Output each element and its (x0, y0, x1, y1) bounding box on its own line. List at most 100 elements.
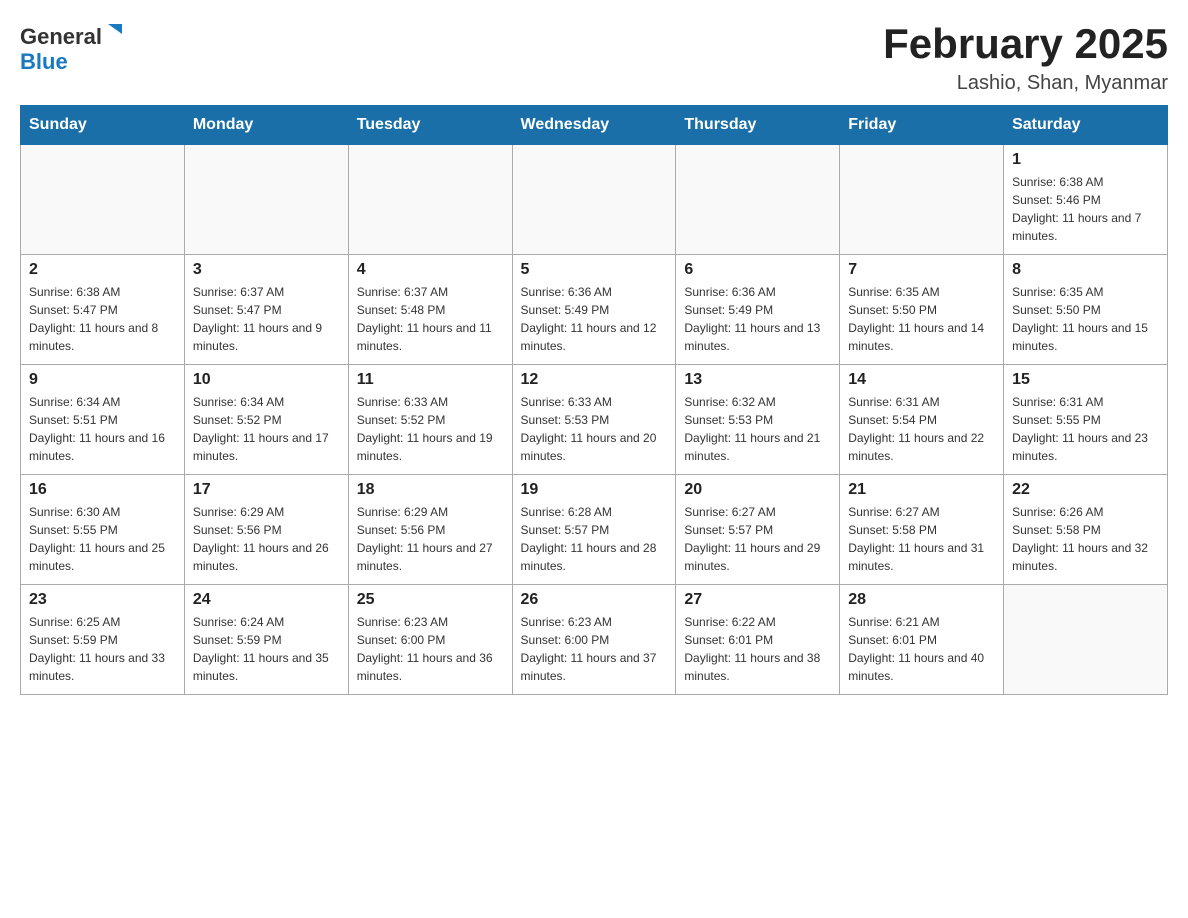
day-info: Sunrise: 6:24 AM Sunset: 5:59 PM Dayligh… (193, 613, 340, 685)
day-number: 1 (1012, 151, 1159, 169)
day-info: Sunrise: 6:21 AM Sunset: 6:01 PM Dayligh… (848, 613, 995, 685)
logo-general-text: General (20, 24, 102, 50)
day-number: 3 (193, 261, 340, 279)
calendar-week-row: 1 Sunrise: 6:38 AM Sunset: 5:46 PM Daylig… (21, 145, 1168, 255)
day-number: 26 (521, 591, 668, 609)
day-number: 10 (193, 371, 340, 389)
calendar-cell: 28Sunrise: 6:21 AM Sunset: 6:01 PM Dayli… (840, 585, 1004, 695)
day-info: Sunrise: 6:36 AM Sunset: 5:49 PM Dayligh… (684, 283, 831, 355)
calendar-cell: 23 Sunrise: 6:25 AM Sunset: 5:59 PM Dayli… (21, 585, 185, 695)
day-number: 14 (848, 371, 995, 389)
day-number: 18 (357, 481, 504, 499)
header-friday: Friday (840, 106, 1004, 145)
calendar-cell: 2 Sunrise: 6:38 AM Sunset: 5:47 PM Daylig… (21, 255, 185, 365)
calendar-week-row: 9 Sunrise: 6:34 AM Sunset: 5:51 PM Daylig… (21, 365, 1168, 475)
day-info: Sunrise: 6:26 AM Sunset: 5:58 PM Dayligh… (1012, 503, 1159, 575)
calendar-cell (184, 145, 348, 255)
calendar-cell: 27 Sunrise: 6:22 AM Sunset: 6:01 PM Dayli… (676, 585, 840, 695)
header-saturday: Saturday (1004, 106, 1168, 145)
calendar-cell (676, 145, 840, 255)
day-number: 25 (357, 591, 504, 609)
calendar-cell: 21Sunrise: 6:27 AM Sunset: 5:58 PM Dayli… (840, 475, 1004, 585)
calendar-cell: 7Sunrise: 6:35 AM Sunset: 5:50 PM Daylig… (840, 255, 1004, 365)
day-number: 8 (1012, 261, 1159, 279)
day-info: Sunrise: 6:31 AM Sunset: 5:54 PM Dayligh… (848, 393, 995, 465)
day-number: 11 (357, 371, 504, 389)
calendar-cell (21, 145, 185, 255)
day-number: 19 (521, 481, 668, 499)
day-info: Sunrise: 6:34 AM Sunset: 5:51 PM Dayligh… (29, 393, 176, 465)
calendar-cell: 13 Sunrise: 6:32 AM Sunset: 5:53 PM Dayli… (676, 365, 840, 475)
day-number: 16 (29, 481, 176, 499)
day-number: 2 (29, 261, 176, 279)
title-block: February 2025 Lashio, Shan, Myanmar (883, 20, 1168, 95)
day-info: Sunrise: 6:28 AM Sunset: 5:57 PM Dayligh… (521, 503, 668, 575)
calendar-cell: 18 Sunrise: 6:29 AM Sunset: 5:56 PM Dayli… (348, 475, 512, 585)
header-sunday: Sunday (21, 106, 185, 145)
day-info: Sunrise: 6:33 AM Sunset: 5:53 PM Dayligh… (521, 393, 668, 465)
day-number: 9 (29, 371, 176, 389)
calendar-cell: 22 Sunrise: 6:26 AM Sunset: 5:58 PM Dayli… (1004, 475, 1168, 585)
calendar-week-row: 2 Sunrise: 6:38 AM Sunset: 5:47 PM Daylig… (21, 255, 1168, 365)
day-info: Sunrise: 6:38 AM Sunset: 5:47 PM Dayligh… (29, 283, 176, 355)
day-number: 6 (684, 261, 831, 279)
page-header: General Blue February 2025 Lashio, Shan,… (20, 20, 1168, 95)
day-info: Sunrise: 6:32 AM Sunset: 5:53 PM Dayligh… (684, 393, 831, 465)
calendar-cell: 14 Sunrise: 6:31 AM Sunset: 5:54 PM Dayli… (840, 365, 1004, 475)
month-title: February 2025 (883, 20, 1168, 68)
calendar-cell (512, 145, 676, 255)
calendar-cell: 1 Sunrise: 6:38 AM Sunset: 5:46 PM Daylig… (1004, 145, 1168, 255)
day-info: Sunrise: 6:23 AM Sunset: 6:00 PM Dayligh… (357, 613, 504, 685)
calendar-cell: 15Sunrise: 6:31 AM Sunset: 5:55 PM Dayli… (1004, 365, 1168, 475)
calendar-cell: 26 Sunrise: 6:23 AM Sunset: 6:00 PM Dayli… (512, 585, 676, 695)
day-info: Sunrise: 6:27 AM Sunset: 5:57 PM Dayligh… (684, 503, 831, 575)
header-monday: Monday (184, 106, 348, 145)
day-info: Sunrise: 6:33 AM Sunset: 5:52 PM Dayligh… (357, 393, 504, 465)
calendar-cell (1004, 585, 1168, 695)
calendar-cell: 17Sunrise: 6:29 AM Sunset: 5:56 PM Dayli… (184, 475, 348, 585)
day-info: Sunrise: 6:38 AM Sunset: 5:46 PM Dayligh… (1012, 173, 1159, 245)
day-info: Sunrise: 6:29 AM Sunset: 5:56 PM Dayligh… (357, 503, 504, 575)
header-wednesday: Wednesday (512, 106, 676, 145)
day-number: 5 (521, 261, 668, 279)
day-info: Sunrise: 6:25 AM Sunset: 5:59 PM Dayligh… (29, 613, 176, 685)
location-title: Lashio, Shan, Myanmar (883, 72, 1168, 95)
day-number: 22 (1012, 481, 1159, 499)
day-info: Sunrise: 6:23 AM Sunset: 6:00 PM Dayligh… (521, 613, 668, 685)
day-info: Sunrise: 6:22 AM Sunset: 6:01 PM Dayligh… (684, 613, 831, 685)
calendar-cell (840, 145, 1004, 255)
calendar-cell: 4 Sunrise: 6:37 AM Sunset: 5:48 PM Daylig… (348, 255, 512, 365)
logo-arrow-icon (104, 20, 126, 42)
day-number: 27 (684, 591, 831, 609)
calendar-cell: 6 Sunrise: 6:36 AM Sunset: 5:49 PM Daylig… (676, 255, 840, 365)
weekday-header-row: Sunday Monday Tuesday Wednesday Thursday… (21, 106, 1168, 145)
day-info: Sunrise: 6:37 AM Sunset: 5:48 PM Dayligh… (357, 283, 504, 355)
day-info: Sunrise: 6:37 AM Sunset: 5:47 PM Dayligh… (193, 283, 340, 355)
header-thursday: Thursday (676, 106, 840, 145)
calendar-week-row: 16 Sunrise: 6:30 AM Sunset: 5:55 PM Dayli… (21, 475, 1168, 585)
day-number: 13 (684, 371, 831, 389)
day-number: 12 (521, 371, 668, 389)
calendar-cell: 11 Sunrise: 6:33 AM Sunset: 5:52 PM Dayli… (348, 365, 512, 475)
calendar-cell: 3 Sunrise: 6:37 AM Sunset: 5:47 PM Daylig… (184, 255, 348, 365)
day-info: Sunrise: 6:30 AM Sunset: 5:55 PM Dayligh… (29, 503, 176, 575)
calendar-cell: 25 Sunrise: 6:23 AM Sunset: 6:00 PM Dayli… (348, 585, 512, 695)
calendar-cell: 8 Sunrise: 6:35 AM Sunset: 5:50 PM Daylig… (1004, 255, 1168, 365)
day-info: Sunrise: 6:34 AM Sunset: 5:52 PM Dayligh… (193, 393, 340, 465)
calendar-cell: 10 Sunrise: 6:34 AM Sunset: 5:52 PM Dayli… (184, 365, 348, 475)
day-info: Sunrise: 6:31 AM Sunset: 5:55 PM Dayligh… (1012, 393, 1159, 465)
header-tuesday: Tuesday (348, 106, 512, 145)
calendar-cell: 16 Sunrise: 6:30 AM Sunset: 5:55 PM Dayli… (21, 475, 185, 585)
day-number: 4 (357, 261, 504, 279)
day-number: 17 (193, 481, 340, 499)
day-info: Sunrise: 6:35 AM Sunset: 5:50 PM Dayligh… (1012, 283, 1159, 355)
logo-blue-text: Blue (20, 49, 68, 75)
calendar-table: Sunday Monday Tuesday Wednesday Thursday… (20, 105, 1168, 695)
day-info: Sunrise: 6:27 AM Sunset: 5:58 PM Dayligh… (848, 503, 995, 575)
calendar-cell: 9 Sunrise: 6:34 AM Sunset: 5:51 PM Daylig… (21, 365, 185, 475)
calendar-cell (348, 145, 512, 255)
calendar-cell: 19 Sunrise: 6:28 AM Sunset: 5:57 PM Dayli… (512, 475, 676, 585)
day-number: 24 (193, 591, 340, 609)
day-number: 23 (29, 591, 176, 609)
calendar-cell: 12 Sunrise: 6:33 AM Sunset: 5:53 PM Dayli… (512, 365, 676, 475)
